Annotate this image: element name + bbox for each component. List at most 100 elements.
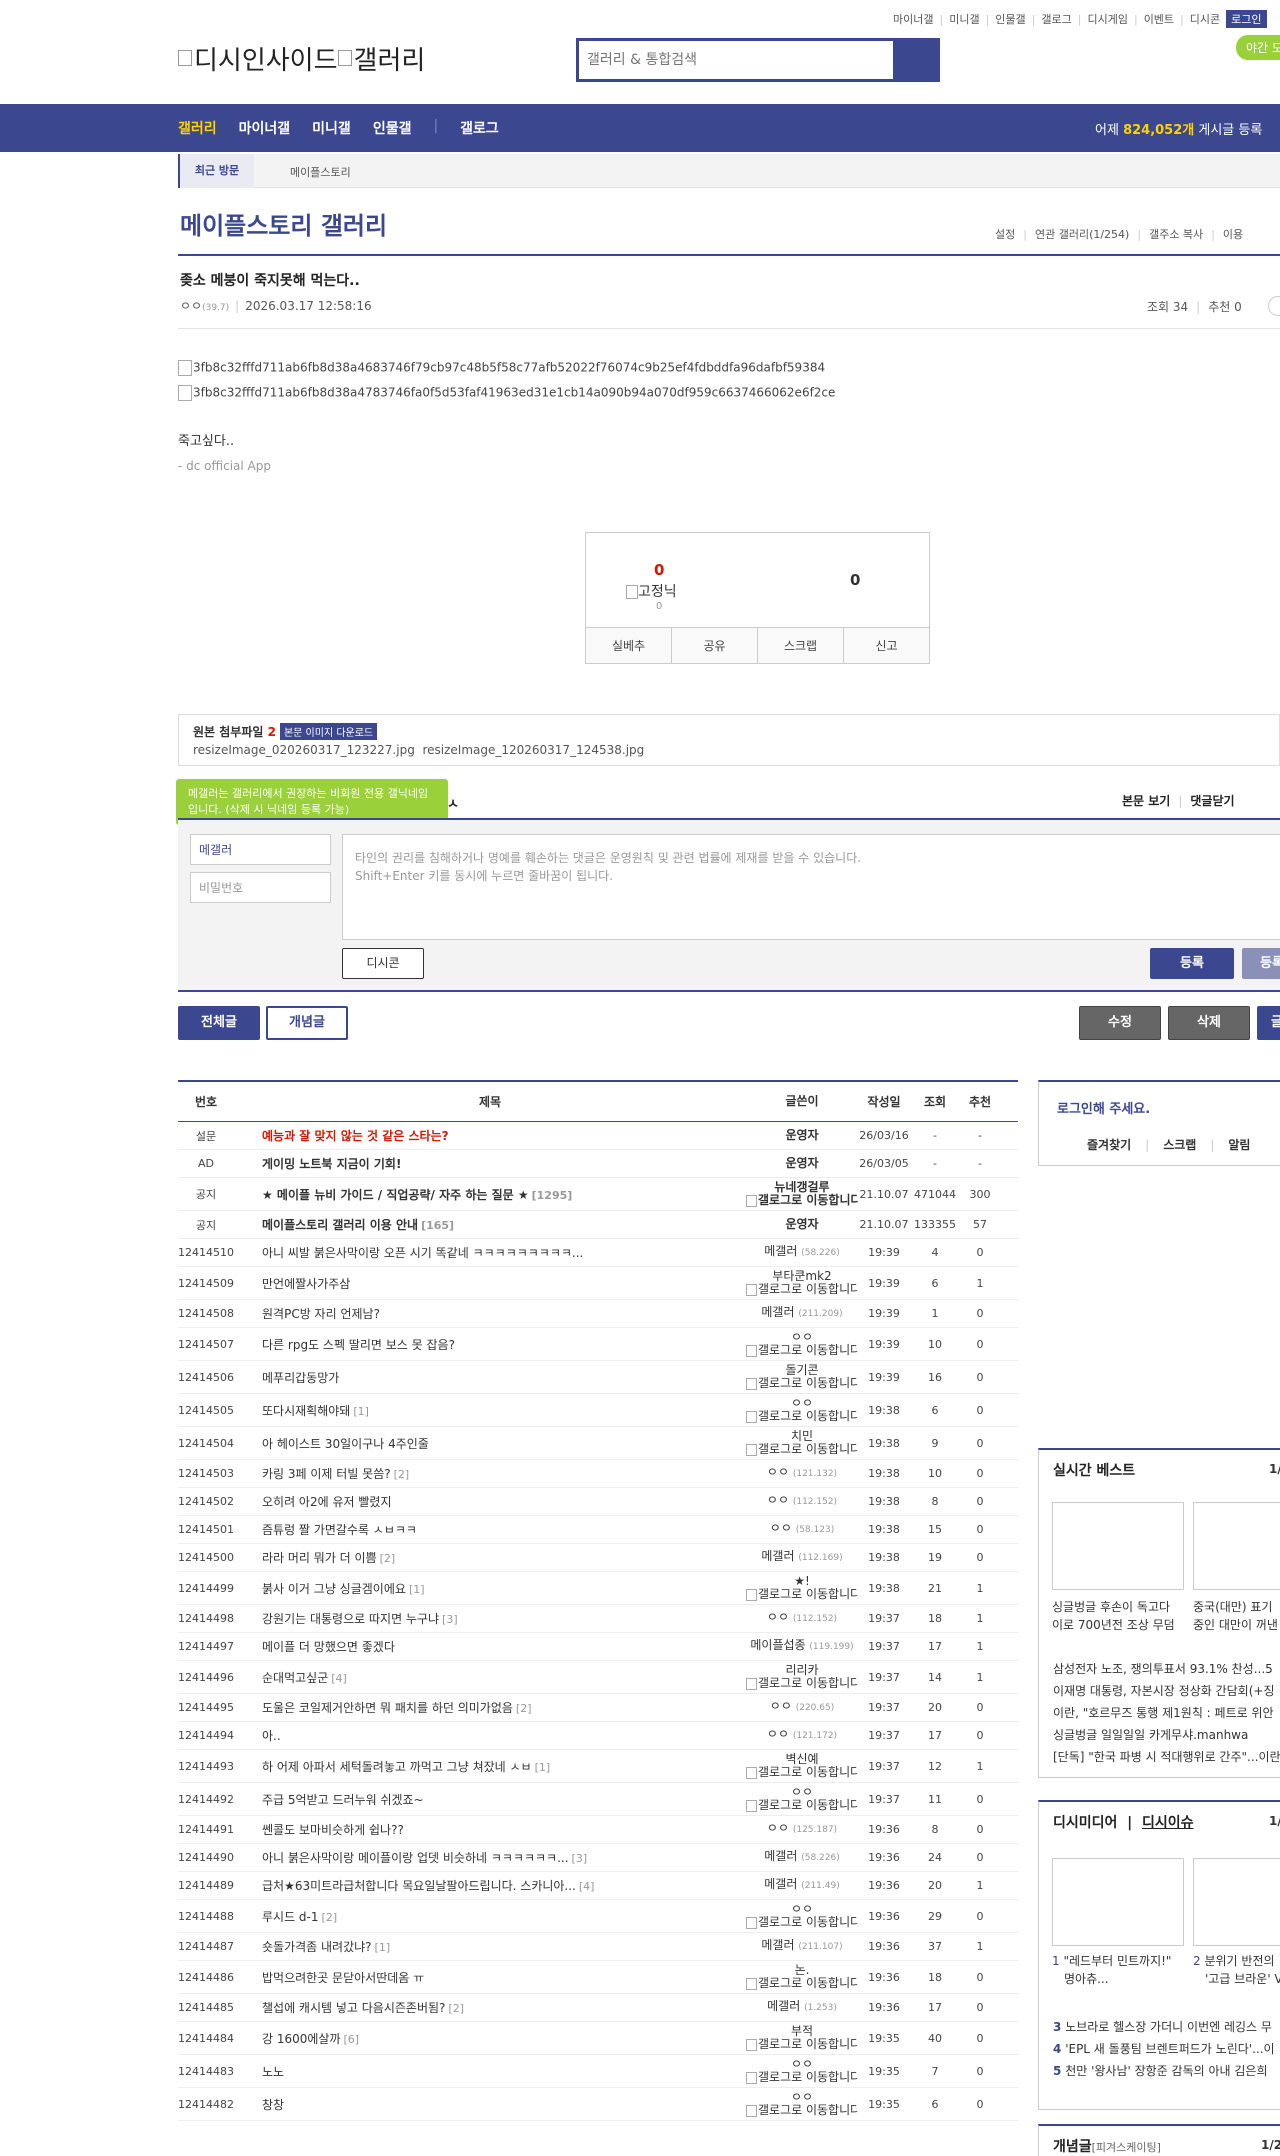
best-list-item[interactable]: 이재명 대통령, 자본시장 정상화 간담회(+징: [1053, 1680, 1280, 1702]
post-writer[interactable]: ㅇㅇ 갤로그로 이동합니다.: [746, 1331, 858, 1357]
media-list-item[interactable]: 4 'EPL 새 돌풍팀 브렌트퍼드가 노린다'...이: [1053, 2038, 1280, 2060]
post-subject[interactable]: 아니 붉은사막이랑 메이플이랑 업뎃 비슷하네 ㅋㅋㅋㅋㅋㅋ... [3]: [234, 1849, 746, 1866]
post-subject[interactable]: 숏돌가격좀 내려갔냐? [1]: [234, 1938, 746, 1955]
best-list-item[interactable]: [단독] "한국 파병 시 적대행위로 간주"...이란: [1053, 1746, 1280, 1768]
post-writer[interactable]: ㅇㅇ 갤로그로 이동합니다.: [746, 1397, 858, 1423]
notification-link[interactable]: 알림: [1228, 1138, 1250, 1152]
top-menu-item[interactable]: 이벤트: [1144, 11, 1174, 27]
post-subject[interactable]: 강원기는 대통령으로 따지면 누구냐 [3]: [234, 1610, 746, 1627]
table-row[interactable]: 12414495 도울은 코일제거안하면 뭐 패치를 하던 의미가없음 [2] ㅇㅇ …: [178, 1694, 1018, 1722]
post-writer[interactable]: 부적 갤로그로 이동합니다.: [746, 2025, 858, 2051]
table-row[interactable]: 12414487 숏돌가격좀 내려갔냐? [1] 메갤러 (211.107) 19:36…: [178, 1933, 1018, 1961]
gallog-link[interactable]: 갤로그로 이동합니다.: [746, 1194, 858, 1207]
site-logo[interactable]: 디시인사이드 갤러리: [178, 40, 425, 77]
top-menu-item[interactable]: 미니갤: [949, 11, 979, 27]
table-row[interactable]: 12414494 아.. ㅇㅇ (121.172) 19:37 17 0: [178, 1722, 1018, 1750]
gallog-link[interactable]: 갤로그로 이동합니다.: [746, 1377, 858, 1390]
table-row[interactable]: 12414486 밥먹으려한곳 문닫아서딴데옴 ㅠ 논. 갤로그로 이동합니다. 19:…: [178, 1961, 1018, 1994]
comment-count[interactable]: [1]: [353, 1405, 369, 1418]
gallog-link[interactable]: 갤로그로 이동합니다.: [746, 1283, 858, 1296]
post-subject[interactable]: 밥먹으려한곳 문닫아서딴데옴 ㅠ: [234, 1969, 746, 1986]
post-writer[interactable]: ㅇㅇ (121.172): [746, 1728, 858, 1743]
post-subject[interactable]: 주급 5억받고 드러누워 쉬겠죠~: [234, 1791, 746, 1808]
comment-count[interactable]: [4]: [579, 1880, 595, 1893]
post-subject[interactable]: 예능과 잘 맞지 않는 것 같은 스타는?: [234, 1127, 746, 1144]
nav-item[interactable]: 마이너갤: [239, 118, 291, 138]
gallog-link[interactable]: 갤로그로 이동합니다.: [746, 1588, 858, 1601]
post-writer[interactable]: 벽신예 갤로그로 이동합니다.: [746, 1753, 858, 1779]
share-button[interactable]: 공유: [672, 628, 758, 663]
post-writer[interactable]: 메갤러 (58.226): [746, 1245, 858, 1260]
table-row[interactable]: 12414489 급처★63미트라급처합니다 목요일날팔아드립니다. 스카니아..…: [178, 1872, 1018, 1900]
table-row[interactable]: 12414508 원격PC방 자리 언제남? 메갤러 (211.209) 19:39 1…: [178, 1300, 1018, 1328]
post-writer[interactable]: 메이플섭종 (119.199): [746, 1639, 858, 1654]
table-row[interactable]: 12414485 챌섭에 캐시템 넣고 다음시즌존버됨? [2] 메갤러 (1.253…: [178, 1994, 1018, 2022]
table-row[interactable]: 12414507 다른 rpg도 스펙 딸리면 보스 못 잡음? ㅇㅇ 갤로그로 이동…: [178, 1328, 1018, 1361]
post-writer[interactable]: ㅇㅇ (112.152): [746, 1611, 858, 1626]
favorites-link[interactable]: 즐겨찾기: [1087, 1138, 1131, 1152]
comment-count[interactable]: [2]: [448, 2002, 464, 2015]
comment-count[interactable]: [1]: [409, 1583, 425, 1596]
search-button[interactable]: [893, 41, 937, 79]
all-posts-button[interactable]: 전체글: [178, 1006, 260, 1040]
comment-submit-recommend-button[interactable]: 등록: [1242, 948, 1280, 979]
comment-submit-button[interactable]: 등록: [1150, 948, 1234, 979]
gallog-link[interactable]: 갤로그로 이동합니다.: [746, 1410, 858, 1423]
media-list-item[interactable]: 3 노브라로 헬스장 가더니 이번엔 레깅스 무: [1053, 2016, 1280, 2038]
table-row[interactable]: 12414482 창창 ㅇㅇ 갤로그로 이동합니다. 19:35 6 0: [178, 2088, 1018, 2121]
post-writer[interactable]: 메갤러 (211.107): [746, 1939, 858, 1954]
gallog-link[interactable]: 갤로그로 이동합니다.: [746, 2038, 858, 2051]
best-caption-1[interactable]: 싱글벙글 후손이 독고다 이로 700년전 조상 무덤: [1052, 1598, 1186, 1634]
post-writer[interactable]: ㅇㅇ 갤로그로 이동합니다.: [746, 1786, 858, 1812]
post-subject[interactable]: 즘튜렁 짤 가면갈수록 ㅅㅂㅋㅋ: [234, 1521, 746, 1538]
gallery-option[interactable]: 설정: [995, 228, 1015, 241]
comment-count[interactable]: [2]: [394, 1468, 410, 1481]
notice-row[interactable]: 공지 ★ 메이플 뉴비 가이드 / 직업공략/ 자주 하는 질문 ★ [1295] 뉴…: [178, 1178, 1018, 1211]
comment-count[interactable]: [4]: [331, 1672, 347, 1685]
table-row[interactable]: 12414497 메이플 더 망했으면 좋겠다 메이플섭종 (119.199) 19:…: [178, 1633, 1018, 1661]
table-row[interactable]: 12414510 아니 씨발 붉은사막이랑 오픈 시기 똑같네 ㅋㅋㅋㅋㅋㅋㅋㅋㅋ…: [178, 1239, 1018, 1267]
recent-visit-item[interactable]: 메이플스토리: [290, 164, 351, 180]
media-caption-1[interactable]: 1 "레드부터 민트까지!" 명아츄...: [1052, 1952, 1186, 1988]
notice-row[interactable]: 설문 예능과 잘 맞지 않는 것 같은 스타는? 운영자 26/03/16 - -: [178, 1122, 1018, 1150]
best-thumb-1[interactable]: [1052, 1502, 1184, 1590]
comment-count[interactable]: [1]: [535, 1761, 551, 1774]
best-thumb-2[interactable]: [1193, 1502, 1280, 1590]
post-writer[interactable]: ㅇㅇ 갤로그로 이동합니다.: [746, 2091, 858, 2117]
scrap-button[interactable]: 스크랩: [758, 628, 844, 663]
gallog-link[interactable]: 갤로그로 이동합니다.: [746, 1443, 858, 1456]
post-subject[interactable]: 아..: [234, 1727, 746, 1744]
post-subject[interactable]: 메푸리갑동망가: [234, 1369, 746, 1386]
post-more-button[interactable]: [1268, 296, 1280, 316]
best-list-item[interactable]: 이란, "호르무즈 통행 제1원칙 : 페트로 위안: [1053, 1702, 1280, 1724]
comment-count[interactable]: [2]: [322, 1911, 338, 1924]
password-field[interactable]: 비밀번호: [190, 872, 331, 903]
post-writer[interactable]: 리리카 갤로그로 이동합니다.: [746, 1664, 858, 1690]
upvote-count[interactable]: 0: [654, 561, 664, 579]
search-input[interactable]: [579, 41, 893, 79]
gallog-link[interactable]: 갤로그로 이동합니다.: [746, 1977, 858, 1990]
notice-row[interactable]: 공지 메이플스토리 갤러리 이용 안내 [165] 운영자 21.10.07 133355…: [178, 1211, 1018, 1239]
post-writer[interactable]: 논. 갤로그로 이동합니다.: [746, 1964, 858, 1990]
post-author[interactable]: ㅇㅇ: [180, 299, 202, 313]
table-row[interactable]: 12414488 루시드 d-1 [2] ㅇㅇ 갤로그로 이동합니다. 19:36 29 0: [178, 1900, 1018, 1933]
post-writer[interactable]: ㅇㅇ (220.65): [746, 1700, 858, 1715]
post-subject[interactable]: 메이플스토리 갤러리 이용 안내 [165]: [234, 1216, 746, 1233]
best-list-item[interactable]: 싱글벙글 일일일일 카게무샤.manhwa: [1053, 1724, 1280, 1746]
post-writer[interactable]: 운영자: [746, 1157, 858, 1170]
comment-count[interactable]: [3]: [442, 1613, 458, 1626]
realtime-best-title[interactable]: 실시간 베스트: [1053, 1460, 1135, 1480]
comment-count[interactable]: [2]: [380, 1552, 396, 1565]
report-button[interactable]: 신고: [844, 628, 929, 663]
post-writer[interactable]: 운영자: [746, 1218, 858, 1231]
post-writer[interactable]: 메갤러 (1.253): [746, 2000, 858, 2015]
post-subject[interactable]: 노노: [234, 2063, 746, 2080]
best-list-item[interactable]: 삼성전자 노조, 쟁의투표서 93.1% 찬성...5: [1053, 1658, 1280, 1680]
table-row[interactable]: 12414496 순대먹고싶군 [4] 리리카 갤로그로 이동합니다. 19:37 14 1: [178, 1661, 1018, 1694]
post-subject[interactable]: 게이밍 노트북 지금이 기회!: [234, 1155, 746, 1172]
gallery-option[interactable]: 이용: [1223, 228, 1243, 241]
table-row[interactable]: 12414506 메푸리갑동망가 돌기콘 갤로그로 이동합니다. 19:39 16 0: [178, 1361, 1018, 1394]
post-writer[interactable]: ㅇㅇ 갤로그로 이동합니다.: [746, 2058, 858, 2084]
post-subject[interactable]: 급처★63미트라급처합니다 목요일날팔아드립니다. 스카니아... [4]: [234, 1877, 746, 1894]
write-button[interactable]: 글: [1257, 1006, 1280, 1040]
